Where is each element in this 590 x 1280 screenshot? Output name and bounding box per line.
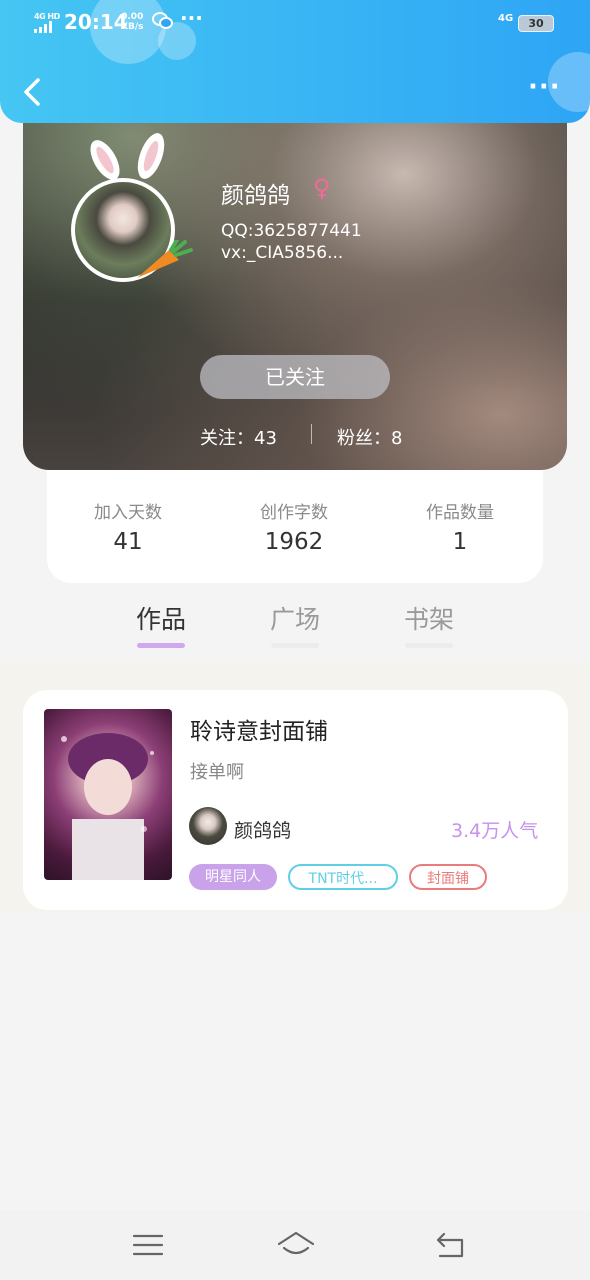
home-icon[interactable]: [276, 1230, 316, 1260]
tag-tnt[interactable]: TNT时代...: [288, 864, 398, 890]
stat-join-days: 加入天数 41: [48, 498, 208, 555]
stat-divider: [311, 424, 312, 444]
stat-value: 1: [452, 529, 468, 555]
author-avatar[interactable]: [189, 807, 227, 845]
header-bar: 4G HD 20:14 0.00 KB/s ··· 4G 30 ···: [0, 0, 590, 123]
net-speed: 0.00 KB/s: [121, 12, 143, 32]
tab-square-indicator: [271, 643, 319, 648]
status-more-dots: ···: [180, 6, 203, 30]
work-title[interactable]: 聆诗意封面铺: [190, 712, 328, 746]
work-cover-image[interactable]: [44, 709, 172, 880]
stat-value: 1962: [264, 529, 324, 555]
popularity-count: 3.4万人气: [451, 820, 539, 842]
battery-icon: 30: [518, 15, 554, 32]
more-options-button[interactable]: ···: [528, 74, 568, 104]
chevron-left-icon: [24, 78, 40, 106]
stat-works-count: 作品数量 1: [380, 498, 540, 555]
stats-card: 加入天数 41 创作字数 1962 作品数量 1: [47, 462, 543, 583]
cover-art: [61, 733, 154, 880]
net-speed-value: 0.00: [121, 12, 144, 22]
tab-square[interactable]: 广场: [255, 600, 335, 636]
profile-qq: QQ:3625877441: [221, 221, 362, 241]
back-button[interactable]: [18, 74, 48, 110]
author-name[interactable]: 颜鸽鸽: [234, 816, 291, 843]
profile-vx: vx:_CIA5856...: [221, 243, 344, 263]
stat-label: 加入天数: [94, 503, 162, 523]
profile-name: 颜鸽鸽: [221, 183, 290, 209]
stat-value: 41: [113, 529, 143, 555]
menu-icon[interactable]: [132, 1232, 164, 1258]
signal-label: 4G HD: [34, 12, 60, 21]
carrot-decoration: [137, 240, 193, 278]
wechat-icon: [152, 11, 174, 36]
system-nav-bar: [0, 1210, 590, 1280]
signal-bars-icon: [34, 21, 52, 33]
stat-label: 创作字数: [260, 503, 328, 523]
tab-works[interactable]: 作品: [121, 600, 201, 636]
profile-card: 颜鸽鸽 ♀ QQ:3625877441 vx:_CIA5856... 已关注 关…: [23, 100, 567, 470]
back-icon[interactable]: [434, 1230, 468, 1260]
tag-star-fanfic[interactable]: 明星同人: [189, 864, 277, 890]
network-type: 4G: [498, 13, 514, 24]
follow-button[interactable]: 已关注: [200, 355, 390, 399]
stat-word-count: 创作字数 1962: [214, 498, 374, 555]
female-icon: ♀: [313, 174, 331, 202]
tag-cover-shop[interactable]: 封面铺: [409, 864, 487, 890]
tab-bookshelf[interactable]: 书架: [389, 600, 469, 636]
stat-label: 作品数量: [426, 503, 494, 523]
tab-works-indicator: [137, 643, 185, 648]
work-description: 接单啊: [190, 762, 244, 783]
fans-count[interactable]: 粉丝：8: [337, 424, 402, 450]
tab-bookshelf-indicator: [405, 643, 453, 648]
signal-icon: 4G HD: [34, 12, 60, 36]
following-count[interactable]: 关注：43: [200, 424, 277, 450]
status-time: 20:14: [64, 10, 128, 34]
more-dots-icon: ···: [528, 72, 561, 102]
net-speed-unit: KB/s: [121, 22, 144, 32]
